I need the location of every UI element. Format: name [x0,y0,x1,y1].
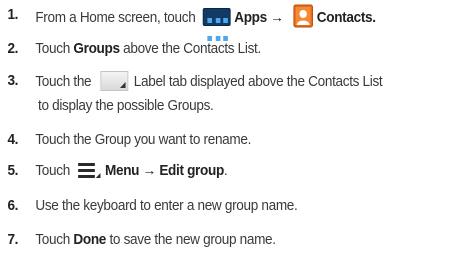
done-label: Done [73,232,107,248]
step-text: Touch the Group you want to rename. [35,132,252,148]
step-text: Touch the Label tab displayed above the … [35,71,383,92]
step-number: 5. [7,163,19,179]
edit-group-label: Edit group [159,163,224,179]
step-2-text-b: above the Contacts List. [119,41,261,57]
step-7-text-a: Touch [35,232,74,248]
step-2-text-a: Touch [35,41,74,57]
groups-label: Groups [73,41,120,57]
step-1-text: From a Home screen, touch [35,9,196,26]
step-number: 4. [7,132,19,148]
step-text: Touch Done to save the new group name. [35,231,276,249]
label-tab-icon [100,71,129,91]
step-3-text-b: Label tab displayed above the Contacts L… [133,73,383,90]
step-number: 7. [7,232,19,248]
step-text: Use the keyboard to enter a new group na… [35,198,298,214]
step-number: 1. [7,7,19,23]
contacts-label: Contacts. [316,9,376,26]
menu-label: Menu [105,163,140,179]
step-5-text-a: Touch [35,163,70,179]
step-3-continuation: to display the possible Groups. [38,98,214,114]
step-number: 3. [7,73,19,89]
step-3-text-a: Touch the [35,73,92,90]
contacts-person-icon [293,4,313,28]
step-text: From a Home screen, touch Apps → Contact… [35,4,376,41]
apps-label: Apps [234,9,267,26]
step-5-period: . [223,163,228,179]
apps-grid-icon [202,8,231,41]
arrow: → [270,9,284,26]
step-number: 2. [7,41,19,57]
step-number: 6. [7,198,19,214]
arrow: → [142,163,157,179]
menu-icon [78,163,101,179]
step-text: Touch Menu → Edit group. [35,162,227,180]
step-text: Touch Groups above the Contacts List. [35,40,261,58]
step-7-text-b: to save the new group name. [106,232,276,248]
